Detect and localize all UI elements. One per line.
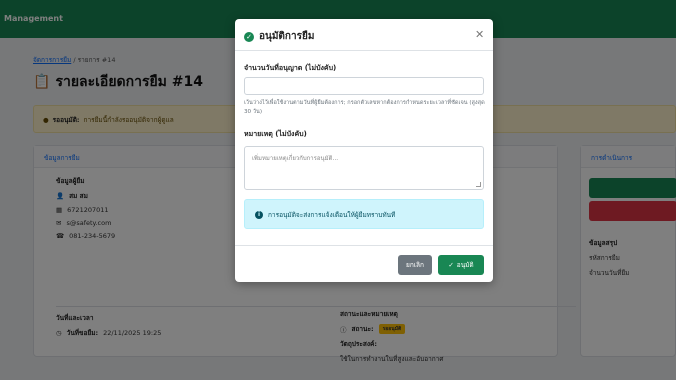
approve-modal: ✓ อนุมัติการยืม ✕ จำนวนวันที่อนุญาต (ไม่… bbox=[235, 19, 493, 282]
days-help-text: เว้นว่างไว้เพื่อใช้งานตามวันที่ผู้ยืมต้อ… bbox=[244, 100, 485, 115]
info-text: การอนุมัติจะส่งการแจ้งเตือนให้ผู้ยืมทราบ… bbox=[268, 211, 396, 219]
days-input[interactable] bbox=[244, 77, 484, 95]
check-icon: ✓ bbox=[448, 261, 454, 269]
note-label: หมายเหตุ (ไม่บังคับ) bbox=[244, 130, 307, 138]
note-placeholder: เพิ่มหมายเหตุเกี่ยวกับการอนุมัติ... bbox=[252, 155, 339, 162]
modal-footer: ยกเลิก ✓ อนุมัติ bbox=[235, 245, 493, 282]
cancel-button[interactable]: ยกเลิก bbox=[398, 255, 432, 275]
modal-title: ✓ อนุมัติการยืม bbox=[244, 29, 314, 44]
modal-title-text: อนุมัติการยืม bbox=[259, 31, 315, 42]
info-alert: i การอนุมัติจะส่งการแจ้งเตือนให้ผู้ยืมทร… bbox=[244, 199, 484, 229]
modal-header: ✓ อนุมัติการยืม ✕ bbox=[235, 19, 493, 51]
approve-button[interactable]: ✓ อนุมัติ bbox=[438, 255, 484, 275]
note-textarea[interactable]: เพิ่มหมายเหตุเกี่ยวกับการอนุมัติ... bbox=[244, 146, 484, 190]
info-icon: i bbox=[255, 211, 263, 219]
approve-button-label: อนุมัติ bbox=[456, 261, 474, 269]
cancel-button-label: ยกเลิก bbox=[406, 261, 424, 269]
check-circle-icon: ✓ bbox=[244, 31, 254, 42]
resize-handle-icon[interactable] bbox=[476, 182, 481, 187]
days-label: จำนวนวันที่อนุญาต (ไม่บังคับ) bbox=[244, 64, 337, 72]
close-icon[interactable]: ✕ bbox=[475, 28, 484, 41]
